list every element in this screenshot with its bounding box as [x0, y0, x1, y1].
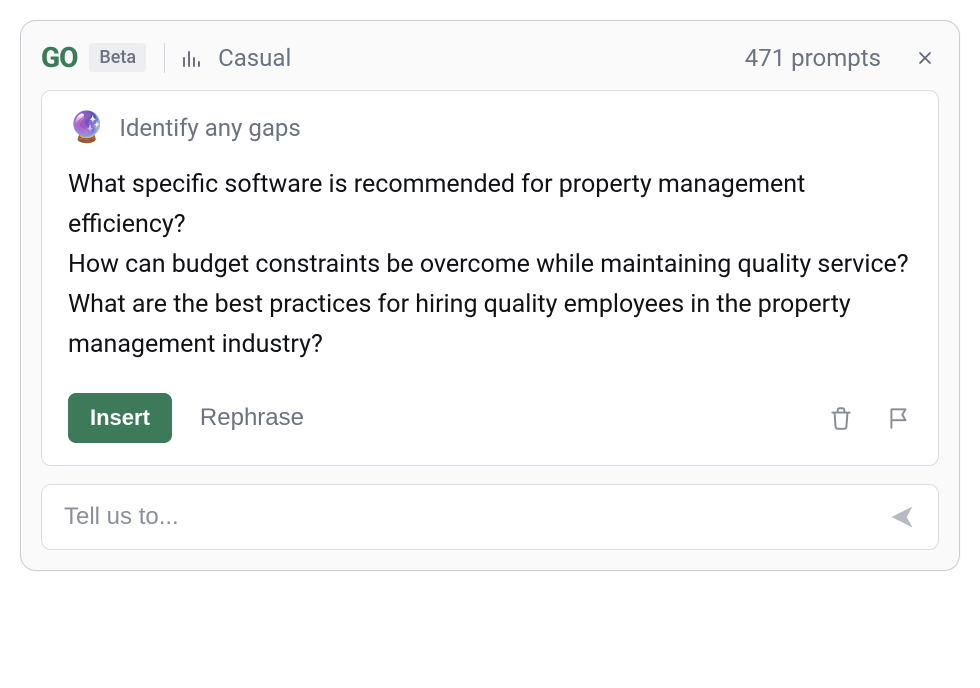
main-panel: GO Beta Casual 471 prompts 🔮 Identify an… [20, 20, 960, 571]
prompt-input-row [41, 484, 939, 550]
equalizer-icon[interactable] [183, 49, 200, 67]
trash-icon [828, 405, 854, 431]
flag-icon [886, 405, 912, 431]
prompts-counter[interactable]: 471 prompts [745, 44, 881, 72]
send-button[interactable] [888, 503, 916, 531]
insert-button[interactable]: Insert [68, 393, 172, 443]
send-icon [888, 503, 916, 531]
card-actions: Insert Rephrase [68, 393, 912, 443]
card-title: Identify any gaps [119, 114, 300, 142]
crystal-ball-icon: 🔮 [68, 113, 105, 143]
card-header: 🔮 Identify any gaps [68, 113, 912, 143]
tone-label[interactable]: Casual [218, 44, 291, 72]
delete-button[interactable] [828, 405, 854, 431]
header-divider [164, 43, 165, 73]
close-button[interactable] [911, 44, 939, 72]
app-logo: GO [41, 41, 77, 74]
rephrase-button[interactable]: Rephrase [200, 404, 304, 432]
header-bar: GO Beta Casual 471 prompts [41, 41, 939, 74]
suggestion-card: 🔮 Identify any gaps What specific softwa… [41, 90, 939, 466]
flag-button[interactable] [886, 405, 912, 431]
close-icon [915, 48, 935, 68]
card-body-text: What specific software is recommended fo… [68, 165, 912, 365]
beta-badge: Beta [89, 43, 146, 72]
prompt-input[interactable] [64, 503, 888, 531]
